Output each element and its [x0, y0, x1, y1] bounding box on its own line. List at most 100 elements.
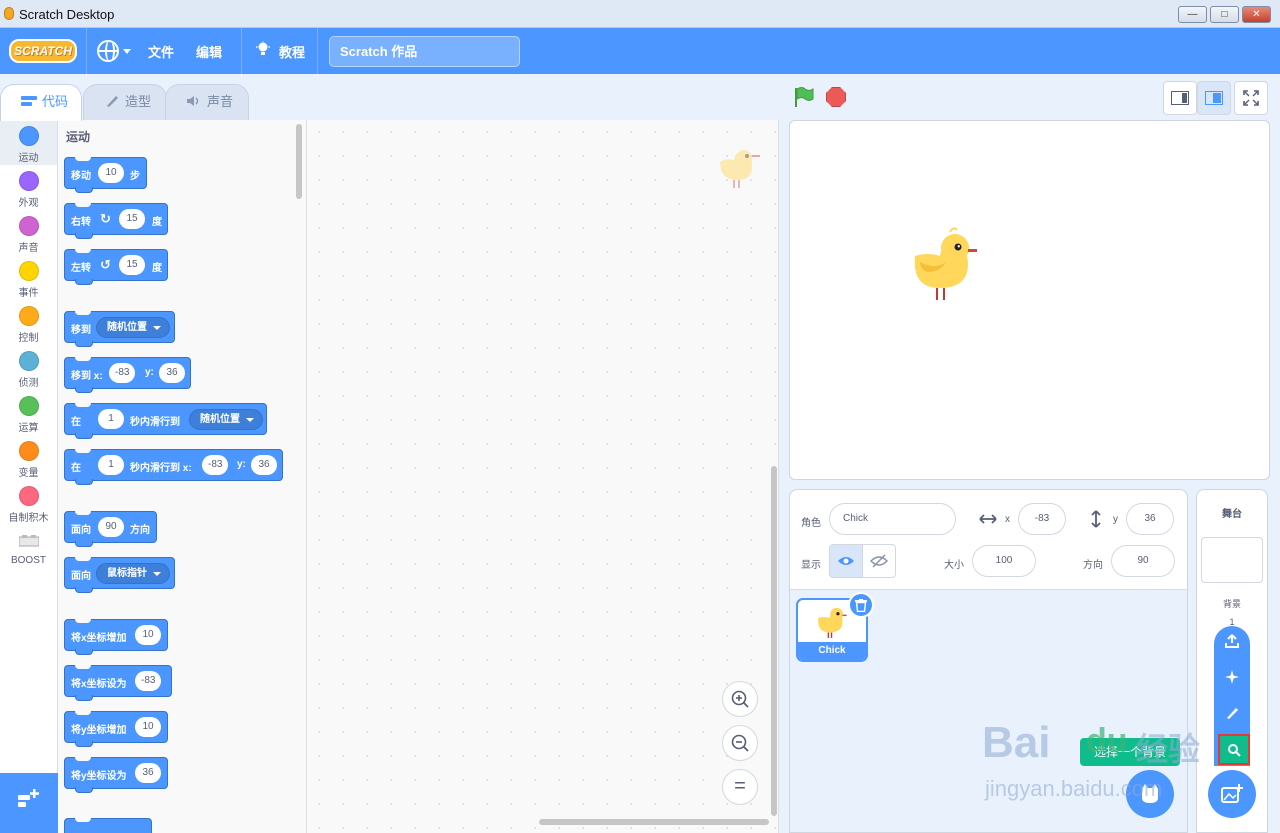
- block-input-x[interactable]: -83: [202, 455, 229, 475]
- block-text: 度: [152, 263, 162, 274]
- choose-backdrop-button[interactable]: [1208, 770, 1256, 818]
- category-looks[interactable]: 外观: [0, 165, 57, 210]
- block-input-degrees[interactable]: 15: [119, 209, 145, 229]
- scratch-logo[interactable]: SCRATCH: [9, 39, 77, 63]
- fullscreen-button[interactable]: [1234, 81, 1268, 115]
- block-glide-to[interactable]: 在 1 秒内滑行到 随机位置: [64, 403, 267, 439]
- tab-sounds[interactable]: 声音: [165, 84, 249, 120]
- palette-scrollbar[interactable]: [296, 124, 302, 199]
- block-dropdown-target[interactable]: 随机位置: [189, 409, 263, 430]
- block-text: 步: [130, 171, 140, 182]
- block-dropdown-target[interactable]: 鼠标指针: [96, 563, 170, 584]
- chick-sprite[interactable]: [910, 226, 980, 304]
- size-input[interactable]: 100: [972, 545, 1036, 577]
- block-text: 度: [152, 217, 162, 228]
- script-area[interactable]: [307, 120, 779, 833]
- choose-backdrop-search-button[interactable]: [1218, 734, 1250, 765]
- block-input-value[interactable]: -83: [135, 671, 162, 691]
- maximize-button[interactable]: □: [1210, 6, 1239, 23]
- stage-thumbnail[interactable]: [1201, 537, 1263, 583]
- tab-costumes[interactable]: 造型: [83, 84, 167, 120]
- block-input-seconds[interactable]: 1: [98, 455, 124, 475]
- category-dot: [18, 126, 39, 146]
- category-label: 声音: [18, 243, 39, 254]
- zoom-reset-button[interactable]: =: [722, 769, 758, 805]
- category-boost[interactable]: BOOST: [0, 525, 57, 570]
- normal-stage-icon: [1205, 91, 1223, 105]
- block-turn-left[interactable]: 左转 ↺ 15 度: [64, 249, 168, 285]
- normal-stage-button[interactable]: [1197, 81, 1231, 115]
- minimize-button[interactable]: —: [1178, 6, 1207, 23]
- baidu-watermark-brand: Bai: [982, 718, 1051, 767]
- category-variables[interactable]: 变量: [0, 435, 57, 480]
- block-input-x[interactable]: -83: [109, 363, 136, 383]
- block-partial[interactable]: [64, 818, 152, 833]
- green-flag-icon[interactable]: [793, 86, 815, 108]
- block-glide-xy[interactable]: 在 1 秒内滑行到 x: -83 y: 36: [64, 449, 283, 485]
- block-text: 秒内滑行到: [130, 417, 180, 428]
- x-label: x: [1005, 514, 1010, 525]
- category-label: BOOST: [10, 555, 46, 566]
- delete-sprite-button[interactable]: [848, 592, 874, 618]
- block-point-towards[interactable]: 面向 鼠标指针: [64, 557, 175, 593]
- block-change-y[interactable]: 将y坐标增加 10: [64, 711, 168, 747]
- show-sprite-button[interactable]: [829, 544, 863, 578]
- add-extension-button[interactable]: [0, 773, 58, 833]
- category-motion[interactable]: 运动: [0, 120, 57, 165]
- project-title-input[interactable]: Scratch 作品: [329, 36, 520, 67]
- search-icon: [1228, 744, 1241, 757]
- block-input-degrees[interactable]: 15: [119, 255, 145, 275]
- tab-code[interactable]: 代码: [0, 84, 82, 121]
- paint-backdrop-button[interactable]: [1214, 700, 1250, 732]
- block-input-value[interactable]: 10: [135, 717, 161, 737]
- sprite-name-input[interactable]: Chick: [829, 503, 956, 535]
- block-input-value[interactable]: 36: [135, 763, 161, 783]
- block-text: 移到 x:: [71, 371, 103, 382]
- block-turn-right[interactable]: 右转 ↻ 15 度: [64, 203, 168, 239]
- x-position-input[interactable]: -83: [1018, 503, 1066, 535]
- block-text: 在: [71, 463, 81, 474]
- category-sound[interactable]: 声音: [0, 210, 57, 255]
- surprise-backdrop-button[interactable]: [1214, 664, 1250, 696]
- menu-tutorials[interactable]: 教程: [279, 42, 305, 61]
- category-operators[interactable]: 运算: [0, 390, 57, 435]
- script-vertical-scrollbar[interactable]: [771, 466, 777, 816]
- stage-canvas[interactable]: [789, 120, 1270, 480]
- block-change-x[interactable]: 将x坐标增加 10: [64, 619, 168, 655]
- category-events[interactable]: 事件: [0, 255, 57, 300]
- category-control[interactable]: 控制: [0, 300, 57, 345]
- block-set-x[interactable]: 将x坐标设为 -83: [64, 665, 172, 701]
- small-stage-button[interactable]: [1163, 81, 1197, 115]
- category-dot: [18, 171, 39, 191]
- hide-sprite-button[interactable]: [862, 544, 896, 578]
- block-input-value[interactable]: 10: [135, 625, 161, 645]
- block-point-direction[interactable]: 面向 90 方向: [64, 511, 157, 547]
- zoom-out-button[interactable]: [722, 725, 758, 761]
- block-goto[interactable]: 移到 随机位置: [64, 311, 175, 347]
- globe-icon: [97, 40, 119, 62]
- block-input-seconds[interactable]: 1: [98, 409, 124, 429]
- chick-thumbnail: [818, 607, 847, 638]
- close-window-button[interactable]: ✕: [1242, 6, 1271, 23]
- script-horizontal-scrollbar[interactable]: [539, 819, 769, 825]
- category-my-blocks[interactable]: 自制积木: [0, 480, 57, 525]
- block-input-y[interactable]: 36: [251, 455, 277, 475]
- menu-file[interactable]: 文件: [148, 42, 174, 61]
- tab-costumes-label: 造型: [125, 94, 152, 109]
- block-input-steps[interactable]: 10: [98, 163, 124, 183]
- zoom-in-button[interactable]: [722, 681, 758, 717]
- direction-input[interactable]: 90: [1111, 545, 1175, 577]
- stop-button[interactable]: [826, 87, 846, 107]
- category-label: 运算: [18, 423, 39, 434]
- menu-edit[interactable]: 编辑: [196, 42, 222, 61]
- block-set-y[interactable]: 将y坐标设为 36: [64, 757, 168, 793]
- upload-backdrop-button[interactable]: [1214, 628, 1250, 660]
- upload-icon: [1225, 634, 1239, 648]
- block-input-direction[interactable]: 90: [98, 517, 124, 537]
- block-goto-xy[interactable]: 移到 x: -83 y: 36: [64, 357, 191, 393]
- category-sensing[interactable]: 侦测: [0, 345, 57, 390]
- block-move-steps[interactable]: 移动 10 步: [64, 157, 147, 193]
- block-input-y[interactable]: 36: [159, 363, 185, 383]
- y-position-input[interactable]: 36: [1126, 503, 1174, 535]
- block-dropdown-target[interactable]: 随机位置: [96, 317, 170, 338]
